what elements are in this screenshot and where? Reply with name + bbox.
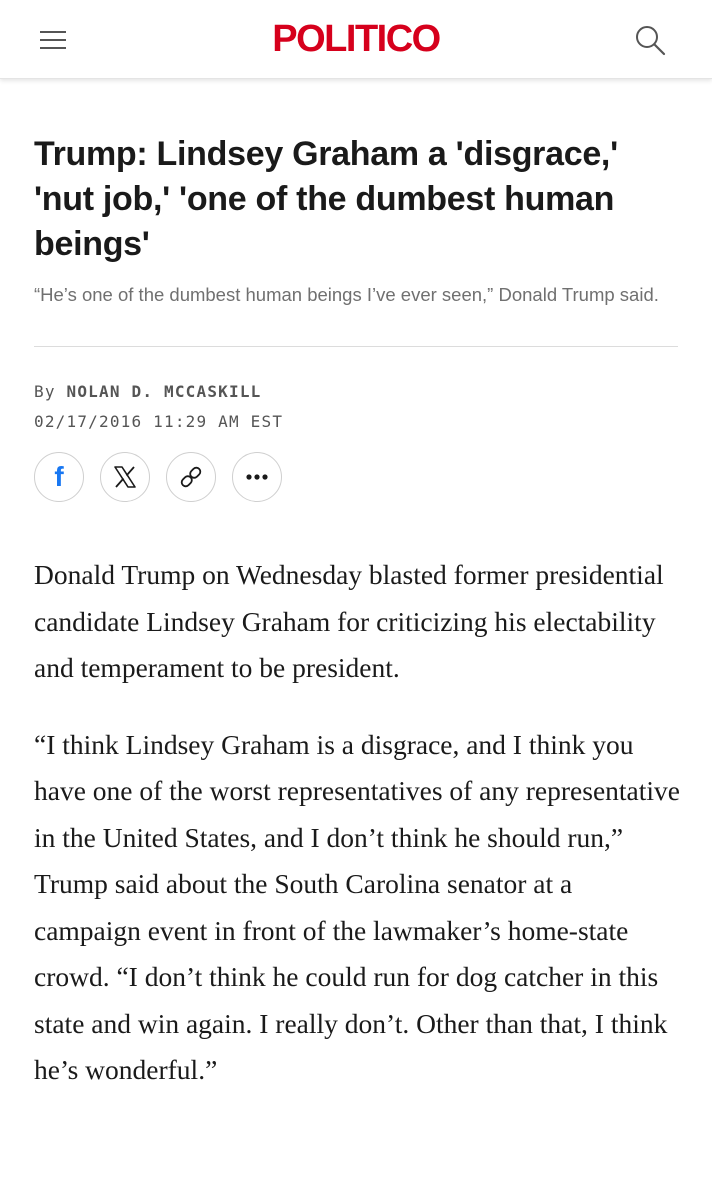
facebook-icon: f	[54, 461, 64, 492]
share-buttons: f	[34, 452, 282, 504]
search-icon-graphic	[636, 26, 666, 56]
article-paragraph: Donald Trump on Wednesday blasted former…	[34, 559, 664, 683]
article-headline: Trump: Lindsey Graham a 'disgrace,' 'nut…	[34, 135, 618, 263]
x-share-button[interactable]	[100, 452, 150, 502]
top-navigation-bar: POLITICO	[0, 0, 712, 79]
search-icon[interactable]	[630, 20, 670, 60]
byline-prefix: By	[34, 382, 56, 401]
article-body: Donald Trump on Wednesday blasted former…	[34, 552, 682, 1124]
byline: By NOLAN D. MCCASKILL	[34, 380, 262, 404]
article-paragraph: “I think Lindsey Graham is a disgrace, a…	[34, 728, 680, 1086]
facebook-share-button[interactable]: f	[34, 452, 84, 502]
politico-logo[interactable]: POLITICO	[0, 14, 712, 64]
author-link[interactable]: NOLAN D. MCCASKILL	[67, 382, 262, 401]
divider	[34, 346, 678, 347]
x-icon	[114, 466, 136, 488]
article-subhead: “He’s one of the dumbest human beings I’…	[34, 284, 659, 305]
copy-link-button[interactable]	[166, 452, 216, 502]
more-share-options-button[interactable]	[232, 452, 282, 502]
link-icon	[180, 466, 202, 488]
more-icon	[246, 474, 268, 480]
publish-timestamp: 02/17/2016 11:29 AM EST	[34, 412, 284, 431]
